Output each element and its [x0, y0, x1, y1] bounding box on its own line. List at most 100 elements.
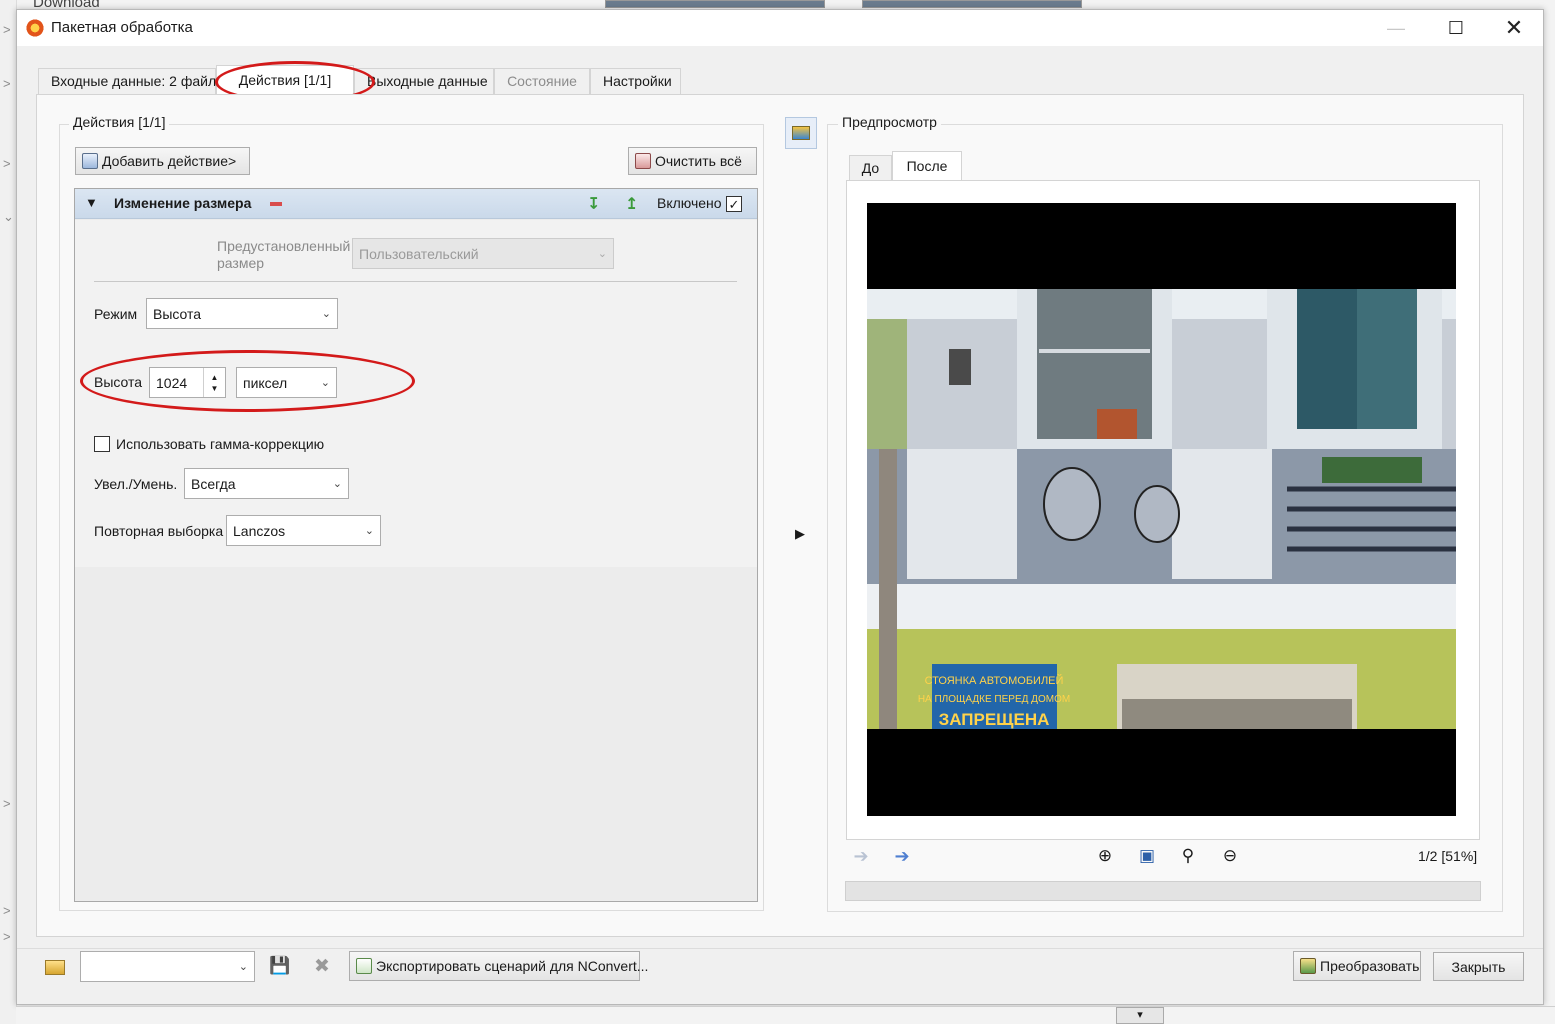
preset-size-select: Пользовательский ⌄: [352, 238, 614, 269]
image-icon: [792, 126, 810, 140]
move-down-icon[interactable]: ↧: [587, 194, 607, 214]
zoom-in-icon[interactable]: ⊕: [1095, 846, 1115, 866]
divider: [94, 281, 737, 282]
batch-processing-dialog: Пакетная обработка — ☐ ✕ Входные данные:…: [16, 9, 1544, 1005]
close-button[interactable]: Закрыть: [1433, 952, 1524, 981]
sign-line-1: СТОЯНКА АВТОМОБИЛЕЙ: [925, 674, 1064, 687]
preview-photo: СТОЯНКА АВТОМОБИЛЕЙ НА ПЛОЩАДКЕ ПЕРЕД ДО…: [867, 289, 1456, 729]
action-header[interactable]: ▼ Изменение размера ↧ ↥ Включено ✓: [75, 189, 757, 219]
resample-label: Повторная выборка: [94, 523, 224, 539]
zoom-out-icon[interactable]: ⊖: [1220, 846, 1240, 866]
sign-line-3: ЗАПРЕЩЕНА: [939, 710, 1050, 729]
maximize-button[interactable]: ☐: [1427, 10, 1485, 46]
background-left-panel: > > > ⌄ > > >: [0, 0, 17, 1024]
scale-label: Увел./Умень.: [94, 476, 178, 492]
resize-settings: Предустановленный размер Пользовательски…: [75, 220, 757, 567]
tab-actions[interactable]: Действия [1/1]: [216, 65, 354, 95]
add-action-icon: [82, 153, 98, 169]
preview-canvas: СТОЯНКА АВТОМОБИЛЕЙ НА ПЛОЩАДКЕ ПЕРЕД ДО…: [867, 203, 1456, 816]
export-nconvert-button[interactable]: Экспортировать сценарий для NConvert...: [349, 951, 648, 981]
scale-value: Всегда: [191, 475, 236, 492]
tab-before[interactable]: До: [849, 155, 892, 181]
chevron-right-icon: >: [3, 22, 11, 37]
tab-status[interactable]: Состояние: [494, 68, 590, 94]
script-select[interactable]: ⌄: [80, 951, 255, 982]
preview-group-label: Предпросмотр: [838, 114, 941, 130]
enabled-label: Включено: [657, 195, 722, 211]
chevron-down-icon: ⌄: [238, 961, 248, 973]
save-script-icon[interactable]: 💾: [269, 956, 290, 976]
expand-arrow-icon[interactable]: ▶: [795, 526, 805, 542]
add-action-label: Добавить действие>: [102, 153, 237, 169]
footer-divider: [17, 948, 1543, 949]
chevron-down-icon: ⌄: [321, 308, 331, 320]
fit-to-window-icon[interactable]: ▣: [1137, 846, 1157, 866]
tab-after[interactable]: После: [892, 151, 962, 181]
move-up-icon[interactable]: ↥: [625, 194, 645, 214]
chevron-down-icon: ⌄: [364, 525, 374, 537]
actions-group-label: Действия [1/1]: [69, 114, 170, 130]
delete-script-icon[interactable]: ✖: [312, 956, 332, 977]
tab-output-data[interactable]: Выходные данные: [354, 68, 494, 94]
height-input[interactable]: 1024 ▲ ▼: [149, 367, 226, 398]
preview-frame: СТОЯНКА АВТОМОБИЛЕЙ НА ПЛОЩАДКЕ ПЕРЕД ДО…: [846, 180, 1480, 840]
zoom-actual-icon[interactable]: ⚲: [1178, 846, 1198, 866]
add-action-button[interactable]: Добавить действие>: [75, 147, 250, 175]
scale-select[interactable]: Всегда ⌄: [184, 468, 349, 499]
action-title: Изменение размера: [114, 195, 252, 211]
export-icon: [356, 958, 372, 974]
unit-select[interactable]: пиксел ⌄: [236, 367, 337, 398]
window-title: Пакетная обработка: [51, 19, 193, 36]
chevron-right-icon: >: [3, 929, 11, 944]
convert-icon: [1300, 958, 1316, 974]
convert-button[interactable]: Преобразовать: [1293, 951, 1421, 981]
chevron-right-icon: >: [3, 903, 11, 918]
clear-all-label: Очистить всё: [655, 153, 742, 169]
action-list-panel: ▼ Изменение размера ↧ ↥ Включено ✓ Преду…: [74, 188, 758, 902]
export-nconvert-label: Экспортировать сценарий для NConvert...: [376, 958, 649, 974]
gamma-label: Использовать гамма-коррекцию: [116, 436, 325, 452]
chevron-down-icon: ⌄: [320, 377, 330, 389]
preset-size-value: Пользовательский: [359, 245, 479, 262]
enabled-checkbox[interactable]: ✓: [726, 196, 742, 212]
open-folder-icon[interactable]: [44, 956, 66, 978]
chevron-right-icon: >: [3, 76, 11, 91]
building-photo: СТОЯНКА АВТОМОБИЛЕЙ НА ПЛОЩАДКЕ ПЕРЕД ДО…: [867, 289, 1456, 729]
mode-select[interactable]: Высота ⌄: [146, 298, 338, 329]
height-value: 1024: [156, 374, 188, 391]
collapse-triangle-icon[interactable]: ▼: [85, 195, 98, 210]
title-bar: Пакетная обработка — ☐ ✕: [17, 10, 1543, 46]
close-label: Закрыть: [1451, 958, 1506, 975]
height-spinner[interactable]: ▲ ▼: [203, 368, 225, 397]
mode-value: Высота: [153, 305, 202, 322]
background-dropdown: ▾: [1116, 1007, 1164, 1024]
tab-settings[interactable]: Настройки: [590, 68, 681, 94]
previous-image-icon[interactable]: ➔: [851, 846, 871, 866]
convert-label: Преобразовать: [1320, 958, 1420, 974]
unit-value: пиксел: [243, 374, 288, 391]
mode-label: Режим: [94, 306, 138, 322]
chevron-down-icon: ⌄: [597, 248, 607, 260]
preview-toggle-button[interactable]: [785, 117, 817, 149]
chevron-right-icon: >: [3, 156, 11, 171]
chevron-down-icon: ⌄: [332, 478, 342, 490]
resample-select[interactable]: Lanczos ⌄: [226, 515, 381, 546]
tab-input-data[interactable]: Входные данные: 2 файла: [38, 68, 224, 94]
clear-all-button[interactable]: Очистить всё: [628, 147, 757, 175]
gamma-checkbox[interactable]: [94, 436, 110, 452]
resample-value: Lanczos: [233, 522, 286, 539]
clear-list-icon: [635, 153, 651, 169]
page-indicator: 1/2 [51%]: [1418, 848, 1478, 864]
chevron-down-icon: ⌄: [3, 209, 14, 224]
close-window-button[interactable]: ✕: [1485, 10, 1543, 46]
background-status-strip: [16, 1006, 1555, 1024]
minimize-button[interactable]: —: [1367, 10, 1425, 46]
next-image-icon[interactable]: ➔: [892, 846, 912, 866]
background-thumbnail: [605, 0, 825, 8]
chevron-right-icon: >: [3, 796, 11, 811]
preview-scrollbar[interactable]: [845, 881, 1481, 901]
remove-action-icon[interactable]: [270, 202, 282, 206]
height-label: Высота: [94, 374, 143, 390]
app-icon: [25, 18, 45, 38]
background-thumbnail: [862, 0, 1082, 8]
